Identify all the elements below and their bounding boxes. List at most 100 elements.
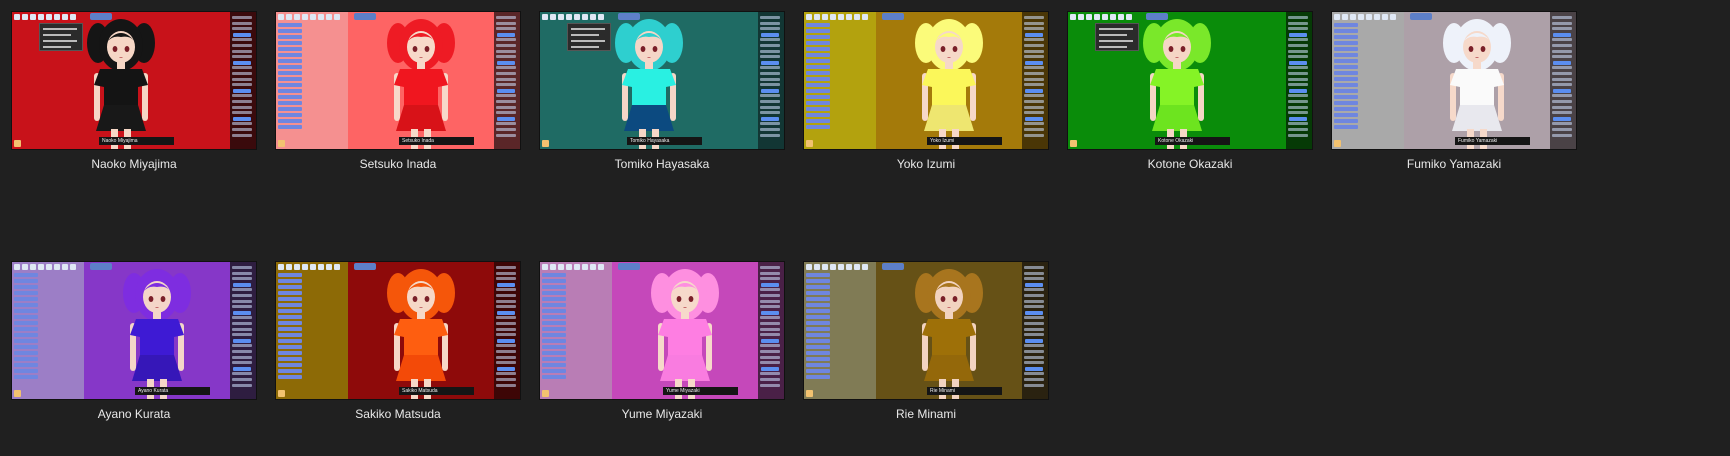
panel-button: [761, 88, 779, 93]
list-row: [806, 327, 830, 331]
character-thumbnail-tile[interactable]: Setsuko Inada Setsuko Inada: [276, 12, 520, 182]
toolbar-tab: [354, 263, 376, 270]
panel-button: [497, 338, 515, 343]
list-row: [14, 309, 38, 313]
list-row: [14, 303, 38, 307]
list-row: [278, 101, 302, 105]
character-thumbnail-tile[interactable]: Kotone Okazaki Kotone Okazaki: [1068, 12, 1312, 182]
character-preview: [604, 15, 694, 149]
panel-row: [496, 350, 516, 353]
panel-button: [1025, 310, 1043, 315]
thumbnail-image[interactable]: Sakiko Matsuda: [276, 262, 520, 399]
toolbar-icon: [1382, 14, 1388, 20]
character-name-bar: Tomiko Hayasaka: [627, 137, 702, 145]
thumbnail-caption[interactable]: Fumiko Yamazaki: [1332, 157, 1576, 171]
panel-row: [496, 344, 516, 348]
panel-row: [232, 305, 252, 309]
list-row: [806, 119, 830, 123]
thumbnail-caption[interactable]: Naoko Miyajima: [12, 157, 256, 171]
panel-row: [496, 327, 516, 331]
toolbar-icon: [30, 264, 36, 270]
thumbnail-caption[interactable]: Ayano Kurata: [12, 407, 256, 421]
character-name-bar: Naoko Miyajima: [99, 137, 174, 145]
panel-row: [760, 361, 780, 365]
panel-row: [1552, 111, 1572, 115]
panel-row: [760, 288, 780, 292]
character-thumbnail-tile[interactable]: Yume Miyazaki Yume Miyazaki: [540, 262, 784, 432]
thumbnail-caption[interactable]: Rie Minami: [804, 407, 1048, 421]
list-row: [806, 279, 830, 283]
list-row: [806, 303, 830, 307]
dialog-row: [43, 40, 77, 42]
list-row: [14, 375, 38, 379]
thumbnail-caption[interactable]: Yume Miyazaki: [540, 407, 784, 421]
thumbnail-image[interactable]: Naoko Miyajima: [12, 12, 256, 149]
panel-row: [232, 49, 252, 53]
character-thumbnail-tile[interactable]: Ayano Kurata Ayano Kurata: [12, 262, 256, 432]
list-row: [278, 83, 302, 87]
dialog-row: [1099, 34, 1127, 36]
thumbnail-image[interactable]: Rie Minami: [804, 262, 1048, 399]
left-list-panel: [542, 273, 566, 385]
thumbnail-image[interactable]: Fumiko Yamazaki: [1332, 12, 1576, 149]
thumbnail-image[interactable]: Ayano Kurata: [12, 262, 256, 399]
toolbar-icon: [582, 14, 588, 20]
panel-button: [1025, 88, 1043, 93]
panel-row: [1024, 111, 1044, 115]
panel-row: [232, 288, 252, 292]
thumbnail-image[interactable]: Yoko Izumi: [804, 12, 1048, 149]
panel-button: [1289, 88, 1307, 93]
panel-row: [496, 294, 516, 297]
thumbnail-caption[interactable]: Kotone Okazaki: [1068, 157, 1312, 171]
toolbar-icon: [302, 264, 308, 270]
character-thumbnail-tile[interactable]: Rie Minami Rie Minami: [804, 262, 1048, 432]
list-row: [542, 273, 566, 277]
panel-button: [233, 282, 251, 287]
panel-button: [1553, 32, 1571, 37]
panel-row: [496, 55, 516, 59]
character-figure: [1143, 19, 1211, 149]
panel-row: [232, 122, 252, 126]
character-thumbnail-tile[interactable]: Tomiko Hayasaka Tomiko Hayasaka: [540, 12, 784, 182]
panel-button: [1289, 32, 1307, 37]
toolbar-icon: [822, 264, 828, 270]
thumbnail-caption[interactable]: Tomiko Hayasaka: [540, 157, 784, 171]
right-settings-panel: [494, 262, 520, 399]
right-settings-panel: [494, 12, 520, 149]
left-list-panel: [1334, 23, 1358, 135]
toolbar-icon: [334, 264, 340, 270]
thumbnail-image[interactable]: Tomiko Hayasaka: [540, 12, 784, 149]
list-row: [542, 339, 566, 343]
list-row: [278, 59, 302, 63]
toolbar-icon: [590, 14, 596, 20]
thumbnail-image[interactable]: Yume Miyazaki: [540, 262, 784, 399]
panel-button: [233, 366, 251, 371]
panel-button: [761, 366, 779, 371]
list-row: [806, 23, 830, 27]
character-name-bar: Setsuko Inada: [399, 137, 474, 145]
character-preview: [376, 265, 466, 399]
character-thumbnail-tile[interactable]: Sakiko Matsuda Sakiko Matsuda: [276, 262, 520, 432]
panel-row: [1024, 327, 1044, 331]
list-row: [1334, 95, 1358, 99]
list-row: [278, 113, 302, 117]
list-row: [14, 291, 38, 295]
panel-row: [1552, 55, 1572, 59]
character-thumbnail-tile[interactable]: Fumiko Yamazaki Fumiko Yamazaki: [1332, 12, 1576, 182]
thumbnail-image[interactable]: Setsuko Inada: [276, 12, 520, 149]
panel-row: [1024, 333, 1044, 337]
thumbnail-caption[interactable]: Setsuko Inada: [276, 157, 520, 171]
list-row: [806, 107, 830, 111]
toolbar-icon: [62, 264, 68, 270]
panel-button: [761, 338, 779, 343]
panel-row: [760, 100, 780, 103]
character-thumbnail-tile[interactable]: Naoko Miyajima Naoko Miyajima: [12, 12, 256, 182]
thumbnail-caption[interactable]: Sakiko Matsuda: [276, 407, 520, 421]
list-row: [278, 35, 302, 39]
panel-row: [760, 305, 780, 309]
left-list-panel: [278, 273, 302, 385]
thumbnail-caption[interactable]: Yoko Izumi: [804, 157, 1048, 171]
character-thumbnail-tile[interactable]: Yoko Izumi Yoko Izumi: [804, 12, 1048, 182]
panel-row: [760, 66, 780, 70]
thumbnail-image[interactable]: Kotone Okazaki: [1068, 12, 1312, 149]
